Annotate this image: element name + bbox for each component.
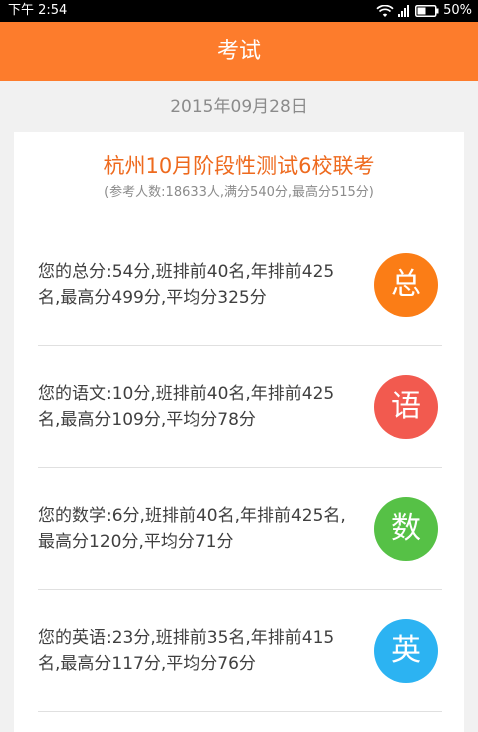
battery-percentage: 50% [443,3,472,18]
chinese-badge-icon: 语 [374,374,438,439]
english-badge-icon: 英 [374,618,438,683]
signal-icon [398,5,410,17]
status-bar: 下午 2:54 50% [0,0,478,22]
page-title: 考试 [216,39,261,64]
score-row-total[interactable]: 您的总分:54分,班排前40名,年排前425名,最高分499分,平均分325分 … [38,224,442,346]
score-row-chinese[interactable]: 您的语文:10分,班排前40名,年排前425名,最高分109分,平均分78分 语 [38,346,442,468]
score-text-math: 您的数学:6分,班排前40名,年排前425名,最高分120分,平均分71分 [38,505,346,552]
math-badge-icon: 数 [374,496,438,561]
status-icons: 50% [376,3,472,19]
exam-card: 杭州10月阶段性测试6校联考 (参考人数:18633人,满分540分,最高分51… [14,132,464,732]
score-text-total: 您的总分:54分,班排前40名,年排前425名,最高分499分,平均分325分 [38,261,335,308]
exam-title: 杭州10月阶段性测试6校联考 [103,154,375,178]
score-text-english: 您的英语:23分,班排前35名,年排前415名,最高分117分,平均分76分 [38,627,335,674]
wifi-icon [376,4,394,17]
battery-icon [415,5,439,17]
total-badge-icon: 总 [374,252,438,317]
exam-date: 2015年09月28日 [170,97,308,117]
score-text-chinese: 您的语文:10分,班排前40名,年排前425名,最高分109分,平均分78分 [38,383,335,430]
app-header: 考试 [0,22,478,81]
score-row-math[interactable]: 您的数学:6分,班排前40名,年排前425名,最高分120分,平均分71分 数 [38,468,442,590]
exam-meta: (参考人数:18633人,满分540分,最高分515分) [104,185,374,200]
status-time: 下午 2:54 [8,3,68,18]
score-row-english[interactable]: 您的英语:23分,班排前35名,年排前415名,最高分117分,平均分76分 英 [38,590,442,712]
